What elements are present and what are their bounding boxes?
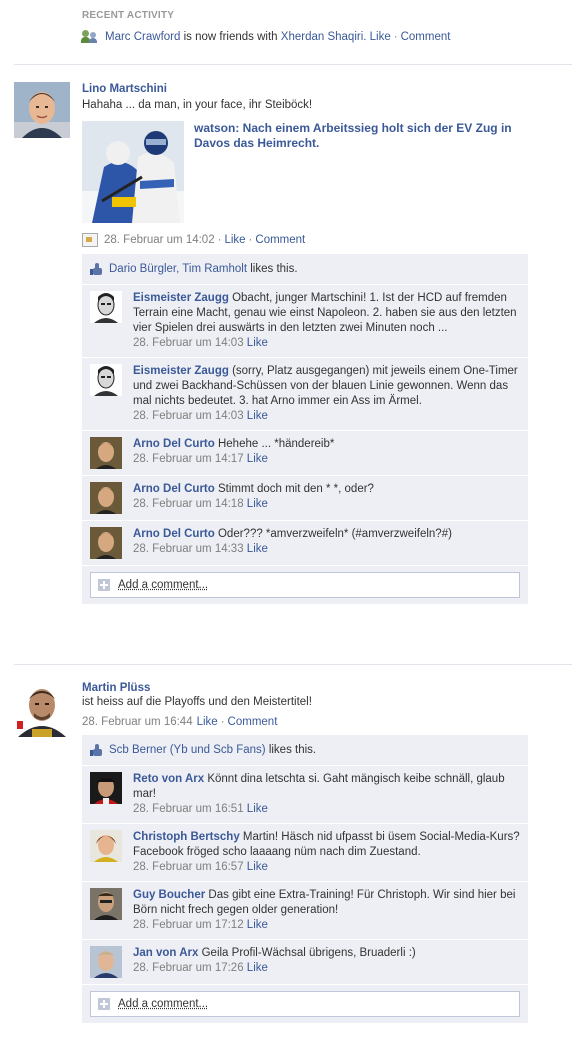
attachment-title[interactable]: watson: Nach einem Arbeitssieg holt sich… <box>194 121 534 151</box>
add-comment-input[interactable]: Add a comment... <box>90 572 520 598</box>
likes-suffix: likes this. <box>268 744 317 756</box>
likes-suffix: likes this. <box>250 263 298 275</box>
actor-link[interactable]: Marc Crawford <box>105 31 180 43</box>
comment-item: Arno Del Curto Stimmt doch mit den * *, … <box>82 476 528 521</box>
comment-item: Arno Del Curto Oder??? *amverzweifeln* (… <box>82 521 528 566</box>
comment-text: Geila Profil-Wächsal übrigens, Bruaderli… <box>201 947 416 959</box>
comment-item: Reto von Arx Könnt dina letschta si. Gah… <box>82 766 528 824</box>
comment-avatar[interactable] <box>90 946 122 978</box>
like-link[interactable]: Like <box>224 234 245 246</box>
comment-like-link[interactable]: Like <box>247 919 268 931</box>
comment-like-link[interactable]: Like <box>247 453 268 465</box>
plus-icon <box>98 998 110 1010</box>
comment-text: Hehehe ... *händereib* <box>217 438 335 450</box>
add-comment-placeholder[interactable]: Add a comment... <box>118 579 208 591</box>
comment-link[interactable]: Comment <box>255 234 305 246</box>
thumbs-up-icon <box>90 262 103 276</box>
action-text: is now friends with <box>183 31 278 43</box>
post-timestamp[interactable]: 28. Februar um 16:44 <box>82 716 193 728</box>
divider <box>14 64 572 65</box>
comment-timestamp[interactable]: 28. Februar um 16:51 <box>133 803 244 815</box>
comment-author[interactable]: Guy Boucher <box>133 889 205 901</box>
comment-like-link[interactable]: Like <box>247 337 268 349</box>
comment-item: Guy Boucher Das gibt eine Extra-Training… <box>82 882 528 940</box>
post-meta: 28. Februar um 14:02 · Like · Comment <box>82 233 532 247</box>
comment-avatar[interactable] <box>90 830 122 862</box>
note-icon <box>82 233 98 247</box>
comment-timestamp[interactable]: 28. Februar um 14:03 <box>133 337 244 349</box>
likers-link[interactable]: Scb Berner (Yb und Scb Fans) <box>109 744 266 756</box>
comment-author[interactable]: Arno Del Curto <box>133 438 215 450</box>
post-author[interactable]: Lino Martschini <box>82 83 532 95</box>
comment-avatar[interactable] <box>90 888 122 920</box>
avatar[interactable] <box>14 82 70 138</box>
comment-timestamp[interactable]: 28. Februar um 14:17 <box>133 453 244 465</box>
comment-text: Stimmt doch mit den * *, oder? <box>217 483 374 495</box>
comment-item: Arno Del Curto Hehehe ... *händereib* 28… <box>82 431 528 476</box>
comment-avatar[interactable] <box>90 482 122 514</box>
comment-section: Scb Berner (Yb und Scb Fans) likes this.… <box>82 735 528 1024</box>
plus-icon <box>98 579 110 591</box>
recent-activity-heading: RECENT ACTIVITY <box>82 10 175 21</box>
likes-summary: Scb Berner (Yb und Scb Fans) likes this. <box>82 735 528 766</box>
comment-like-link[interactable]: Like <box>247 498 268 510</box>
likers-link[interactable]: Dario Bürgler, Tim Ramholt <box>109 263 247 275</box>
comment-like-link[interactable]: Like <box>247 543 268 555</box>
comment-timestamp[interactable]: 28. Februar um 14:33 <box>133 543 244 555</box>
comment-like-link[interactable]: Like <box>247 410 268 422</box>
avatar[interactable] <box>14 681 70 737</box>
comment-author[interactable]: Jan von Arx <box>133 947 198 959</box>
like-link[interactable]: Like <box>370 31 391 43</box>
comment-author[interactable]: Eismeister Zaugg <box>133 365 229 377</box>
comment-author[interactable]: Arno Del Curto <box>133 483 215 495</box>
attachment-thumbnail[interactable] <box>82 121 184 223</box>
post-timestamp[interactable]: 28. Februar um 14:02 <box>104 234 215 246</box>
divider <box>14 664 572 665</box>
comment-item: Eismeister Zaugg (sorry, Platz ausgegang… <box>82 358 528 431</box>
thumbs-up-icon <box>90 743 103 757</box>
add-comment-input[interactable]: Add a comment... <box>90 991 520 1017</box>
comment-timestamp[interactable]: 28. Februar um 16:57 <box>133 861 244 873</box>
comment-like-link[interactable]: Like <box>247 861 268 873</box>
comment-timestamp[interactable]: 28. Februar um 14:18 <box>133 498 244 510</box>
add-comment-placeholder[interactable]: Add a comment... <box>118 998 208 1010</box>
post-message: Hahaha ... da man, in your face, ihr Ste… <box>82 99 313 111</box>
add-comment-row: Add a comment... <box>82 985 528 1024</box>
comment-text: Oder??? *amverzweifeln* (#amverzweifeln?… <box>217 528 452 540</box>
like-link[interactable]: Like <box>197 716 218 728</box>
link-attachment[interactable]: watson: Nach einem Arbeitssieg holt sich… <box>82 121 532 223</box>
comment-item: Jan von Arx Geila Profil-Wächsal übrigen… <box>82 940 528 985</box>
friendship-story: Marc Crawford is now friends with Xherda… <box>81 30 562 44</box>
comment-timestamp[interactable]: 28. Februar um 17:26 <box>133 962 244 974</box>
comment-link[interactable]: Comment <box>401 31 451 43</box>
comment-avatar[interactable] <box>90 364 122 396</box>
post-message: ist heiss auf die Playoffs und den Meist… <box>82 696 312 708</box>
post-meta: 28. Februar um 16:44 Like · Comment <box>82 716 278 728</box>
comment-author[interactable]: Arno Del Curto <box>133 528 215 540</box>
recent-activity: RECENT ACTIVITY Marc Crawford is now fri… <box>81 10 562 44</box>
comment-link[interactable]: Comment <box>228 716 278 728</box>
comment-item: Christoph Bertschy Martin! Häsch nid ufp… <box>82 824 528 882</box>
comment-author[interactable]: Reto von Arx <box>133 773 204 785</box>
separator-dot: · <box>393 31 398 43</box>
comment-item: Eismeister Zaugg Obacht, junger Martschi… <box>82 285 528 358</box>
comment-avatar[interactable] <box>90 437 122 469</box>
comment-like-link[interactable]: Like <box>247 962 268 974</box>
comment-section: Dario Bürgler, Tim Ramholt likes this. E… <box>82 254 528 605</box>
friends-icon <box>81 30 100 44</box>
comment-author[interactable]: Christoph Bertschy <box>133 831 240 843</box>
comment-avatar[interactable] <box>90 291 122 323</box>
comment-author[interactable]: Eismeister Zaugg <box>133 292 229 304</box>
target-link[interactable]: Xherdan Shaqiri. <box>281 31 367 43</box>
post-author[interactable]: Martin Plüss <box>82 682 532 694</box>
comment-avatar[interactable] <box>90 527 122 559</box>
comment-avatar[interactable] <box>90 772 122 804</box>
add-comment-row: Add a comment... <box>82 566 528 605</box>
likes-summary: Dario Bürgler, Tim Ramholt likes this. <box>82 254 528 285</box>
comment-timestamp[interactable]: 28. Februar um 17:12 <box>133 919 244 931</box>
comment-like-link[interactable]: Like <box>247 803 268 815</box>
comment-timestamp[interactable]: 28. Februar um 14:03 <box>133 410 244 422</box>
